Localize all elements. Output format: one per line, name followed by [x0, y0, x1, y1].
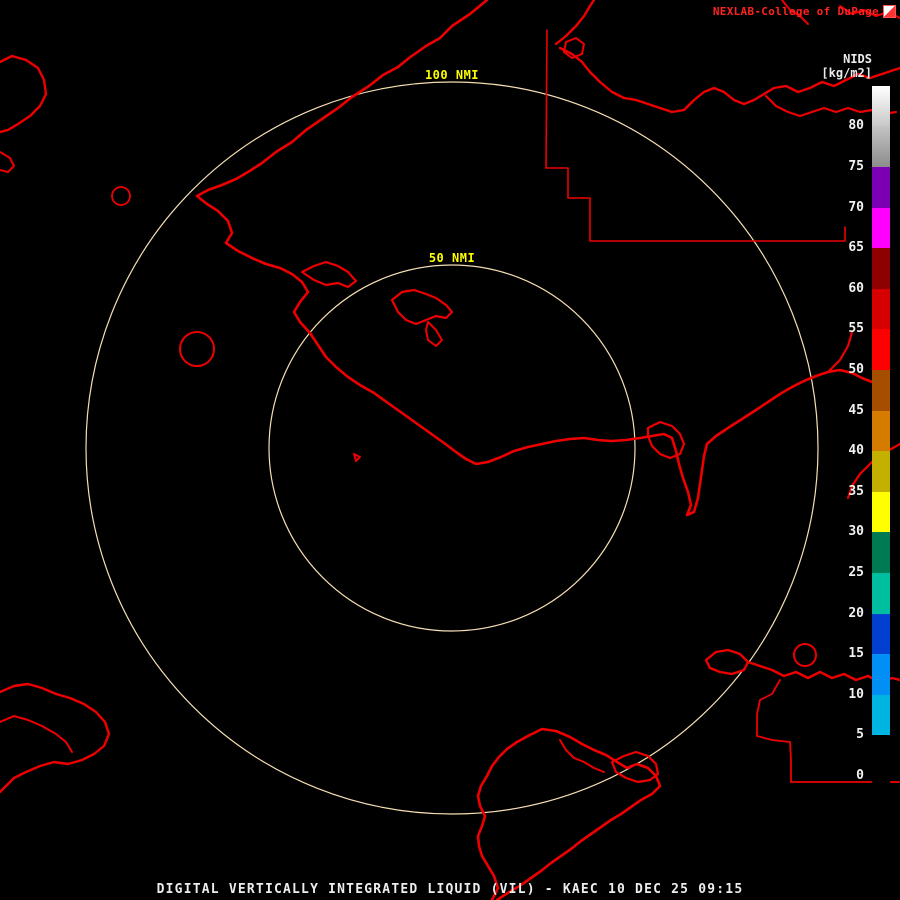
colorbar-tick-label: 50 [848, 362, 864, 377]
map-outline-path [0, 151, 15, 173]
product-caption: DIGITAL VERTICALLY INTEGRATED LIQUID (VI… [156, 882, 744, 897]
map-outline-path [179, 331, 215, 367]
colorbar-segment [872, 126, 890, 167]
colorbar-tick-label: 35 [848, 483, 864, 499]
units-label: [kg/m2] [821, 66, 872, 80]
colorbar-tick-label: 65 [848, 240, 864, 256]
map-outline-path [425, 321, 443, 347]
colorbar-segment [872, 735, 890, 790]
map-outline-path [476, 727, 662, 900]
colorbar-segment [872, 532, 890, 573]
colorbar-tick-label: 0 [856, 768, 864, 783]
map-outline-path [353, 453, 361, 462]
colorbar-tick-label: 40 [848, 443, 864, 459]
map-outline-path [646, 420, 686, 460]
map-outline-path [793, 643, 817, 667]
colorbar-segment [872, 248, 890, 289]
map-outline-path [545, 29, 846, 242]
colorbar-segment [872, 573, 890, 614]
map-outline-path [704, 648, 750, 676]
map-outline-path [0, 715, 73, 753]
colorbar-segment [872, 288, 890, 330]
colorbar-segment [872, 207, 890, 249]
colorbar-segment [872, 654, 890, 695]
radar-map [0, 0, 900, 900]
map-outline-path [0, 682, 111, 794]
map-outline-path [111, 186, 131, 206]
colorbar-tick-label: 45 [848, 402, 864, 418]
colorbar-segment [872, 694, 890, 736]
product-label: NIDS [843, 52, 872, 66]
colorbar-segment [872, 167, 890, 208]
range-ring-label: 50 NMI [428, 251, 476, 265]
colorbar-tick-label: 15 [848, 646, 864, 662]
brand-text: NEXLAB-College of DuPage [712, 5, 879, 18]
colorbar-tick-label: 10 [848, 686, 864, 702]
colorbar-segment [872, 85, 890, 127]
radar-display: NEXLAB-College of DuPage NIDS [kg/m2] DI… [0, 0, 900, 900]
colorbar-tick-label: 80 [848, 118, 864, 134]
colorbar-tick-label: 25 [848, 565, 864, 580]
colorbar-tick-label: 60 [848, 280, 864, 296]
colorbar-segment [872, 370, 890, 411]
map-outline-path [610, 750, 660, 784]
colorbar-segment [872, 329, 890, 370]
map-outline-path [390, 288, 454, 326]
cod-logo-icon [883, 5, 896, 18]
range-ring-label: 100 NMI [424, 68, 480, 82]
colorbar-tick-label: 75 [848, 159, 864, 174]
map-outline-path [0, 54, 48, 134]
header: NEXLAB-College of DuPage [713, 5, 896, 18]
colorbar-tick-label: 20 [848, 605, 864, 621]
colorbar-segment [872, 491, 890, 533]
colorbar-tick-label: 55 [848, 321, 864, 337]
colorbar-tick-label: 5 [856, 727, 864, 743]
colorbar-tick-label: 30 [848, 524, 864, 540]
colorbar-segment [872, 410, 890, 452]
map-outline-path [195, 0, 874, 517]
colorbar-segment [872, 613, 890, 655]
map-outline-path [300, 260, 358, 289]
colorbar-segment [872, 451, 890, 492]
colorbar-tick-label: 70 [848, 199, 864, 215]
